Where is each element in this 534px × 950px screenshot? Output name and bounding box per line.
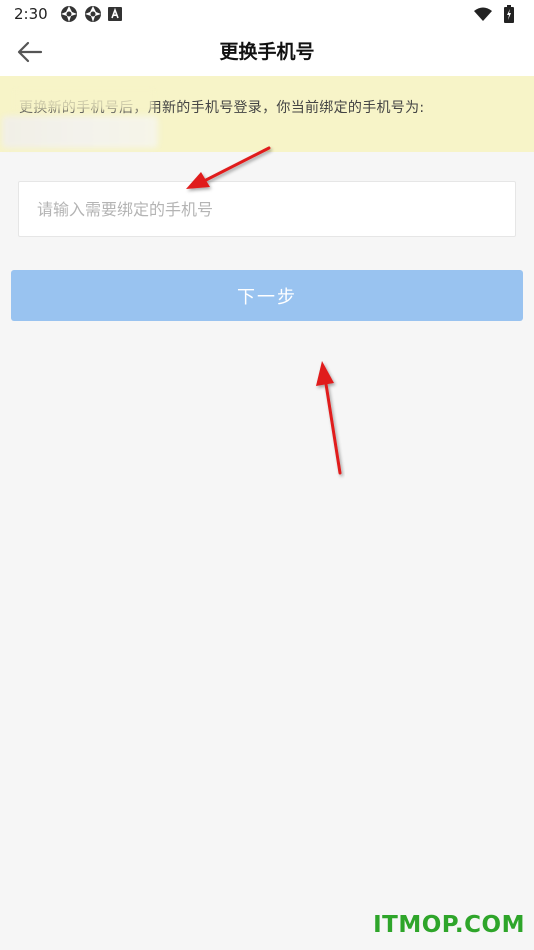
aperture-icon xyxy=(84,5,102,23)
next-button[interactable]: 下一步 xyxy=(11,270,523,321)
phone-input[interactable] xyxy=(18,181,516,237)
redacted-phone-number xyxy=(2,116,158,148)
annotation-arrow-to-button xyxy=(316,361,342,475)
aperture-icon xyxy=(60,5,78,23)
battery-charging-icon xyxy=(504,5,514,23)
watermark-logo: ITMOP.COM xyxy=(373,912,525,938)
app-bar: 更换手机号 xyxy=(0,28,534,76)
redaction-blur xyxy=(14,90,154,110)
status-time: 2:30 xyxy=(14,5,48,23)
notice-banner: 更换新的手机号后，用新的手机号登录，你当前绑定的手机号为: xyxy=(0,76,534,152)
page-title: 更换手机号 xyxy=(219,41,315,63)
wifi-icon xyxy=(474,7,492,21)
status-bar: 2:30 xyxy=(0,0,534,28)
font-a-icon xyxy=(107,7,122,21)
